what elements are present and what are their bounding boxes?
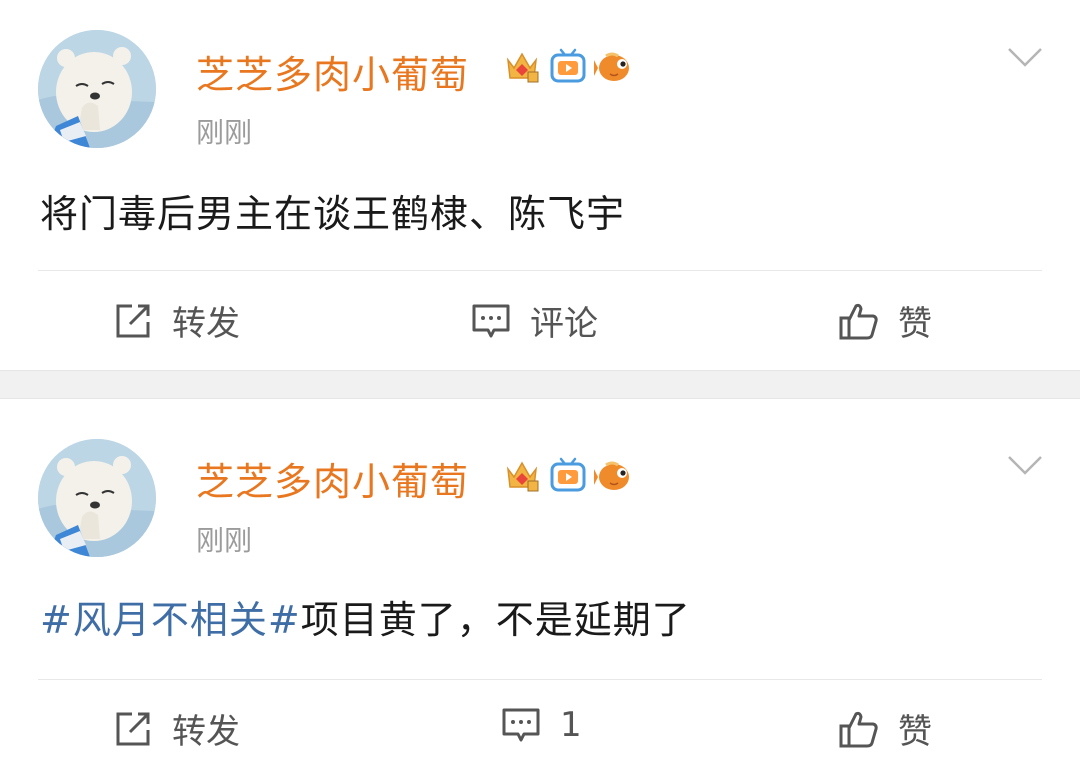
polar-bear-avatar-image bbox=[38, 30, 156, 148]
comment-button[interactable]: 1 bbox=[500, 704, 582, 746]
post-timestamp: 刚刚 bbox=[196, 524, 253, 557]
chevron-down-icon[interactable] bbox=[1006, 453, 1044, 477]
feed-separator bbox=[0, 370, 1080, 399]
tv-badge-icon[interactable] bbox=[548, 46, 588, 86]
like-button[interactable]: 赞 bbox=[838, 704, 932, 753]
post-card: 芝芝多肉小葡萄 刚刚 将门毒后男主在谈王鹤棣、陈飞宇 转发 评论 赞 bbox=[0, 0, 1080, 370]
comment-count: 1 bbox=[560, 705, 582, 745]
post-card: 芝芝多肉小葡萄 刚刚 #风月不相关#项目黄了，不是延期了 转发 1 赞 bbox=[0, 399, 1080, 781]
thumbs-up-icon bbox=[839, 711, 878, 747]
goldfish-badge-icon[interactable] bbox=[594, 455, 634, 495]
crown-badge-icon[interactable] bbox=[502, 455, 542, 495]
like-label: 赞 bbox=[898, 304, 932, 344]
avatar[interactable] bbox=[38, 30, 156, 148]
comment-icon bbox=[472, 304, 510, 337]
comment-button[interactable]: 评论 bbox=[470, 296, 598, 345]
user-badges bbox=[502, 46, 634, 86]
chevron-down-icon[interactable] bbox=[1006, 45, 1044, 69]
tv-badge-icon[interactable] bbox=[548, 455, 588, 495]
repost-icon bbox=[116, 304, 150, 337]
repost-label: 转发 bbox=[172, 712, 240, 752]
post-body-text: 将门毒后男主在谈王鹤棣、陈飞宇 bbox=[40, 192, 626, 236]
like-label: 赞 bbox=[898, 712, 932, 752]
avatar[interactable] bbox=[38, 439, 156, 557]
post-content: 将门毒后男主在谈王鹤棣、陈飞宇 bbox=[40, 183, 625, 238]
divider bbox=[38, 679, 1042, 680]
username[interactable]: 芝芝多肉小葡萄 bbox=[196, 451, 469, 506]
repost-button[interactable]: 转发 bbox=[112, 296, 240, 345]
username[interactable]: 芝芝多肉小葡萄 bbox=[196, 44, 469, 99]
divider bbox=[38, 270, 1042, 271]
repost-label: 转发 bbox=[172, 304, 240, 344]
comment-label: 评论 bbox=[530, 304, 598, 344]
post-content: #风月不相关#项目黄了，不是延期了 bbox=[40, 589, 691, 644]
repost-icon bbox=[116, 712, 150, 745]
crown-badge-icon[interactable] bbox=[502, 46, 542, 86]
goldfish-badge-icon[interactable] bbox=[594, 46, 634, 86]
repost-button[interactable]: 转发 bbox=[112, 704, 240, 753]
hashtag-link[interactable]: #风月不相关# bbox=[40, 598, 301, 642]
polar-bear-avatar-image bbox=[38, 439, 156, 557]
like-button[interactable]: 赞 bbox=[838, 296, 932, 345]
post-timestamp: 刚刚 bbox=[196, 116, 253, 149]
post-body-text: 项目黄了，不是延期了 bbox=[300, 598, 691, 642]
user-badges bbox=[502, 455, 634, 495]
thumbs-up-icon bbox=[839, 303, 878, 339]
comment-icon bbox=[502, 708, 540, 742]
